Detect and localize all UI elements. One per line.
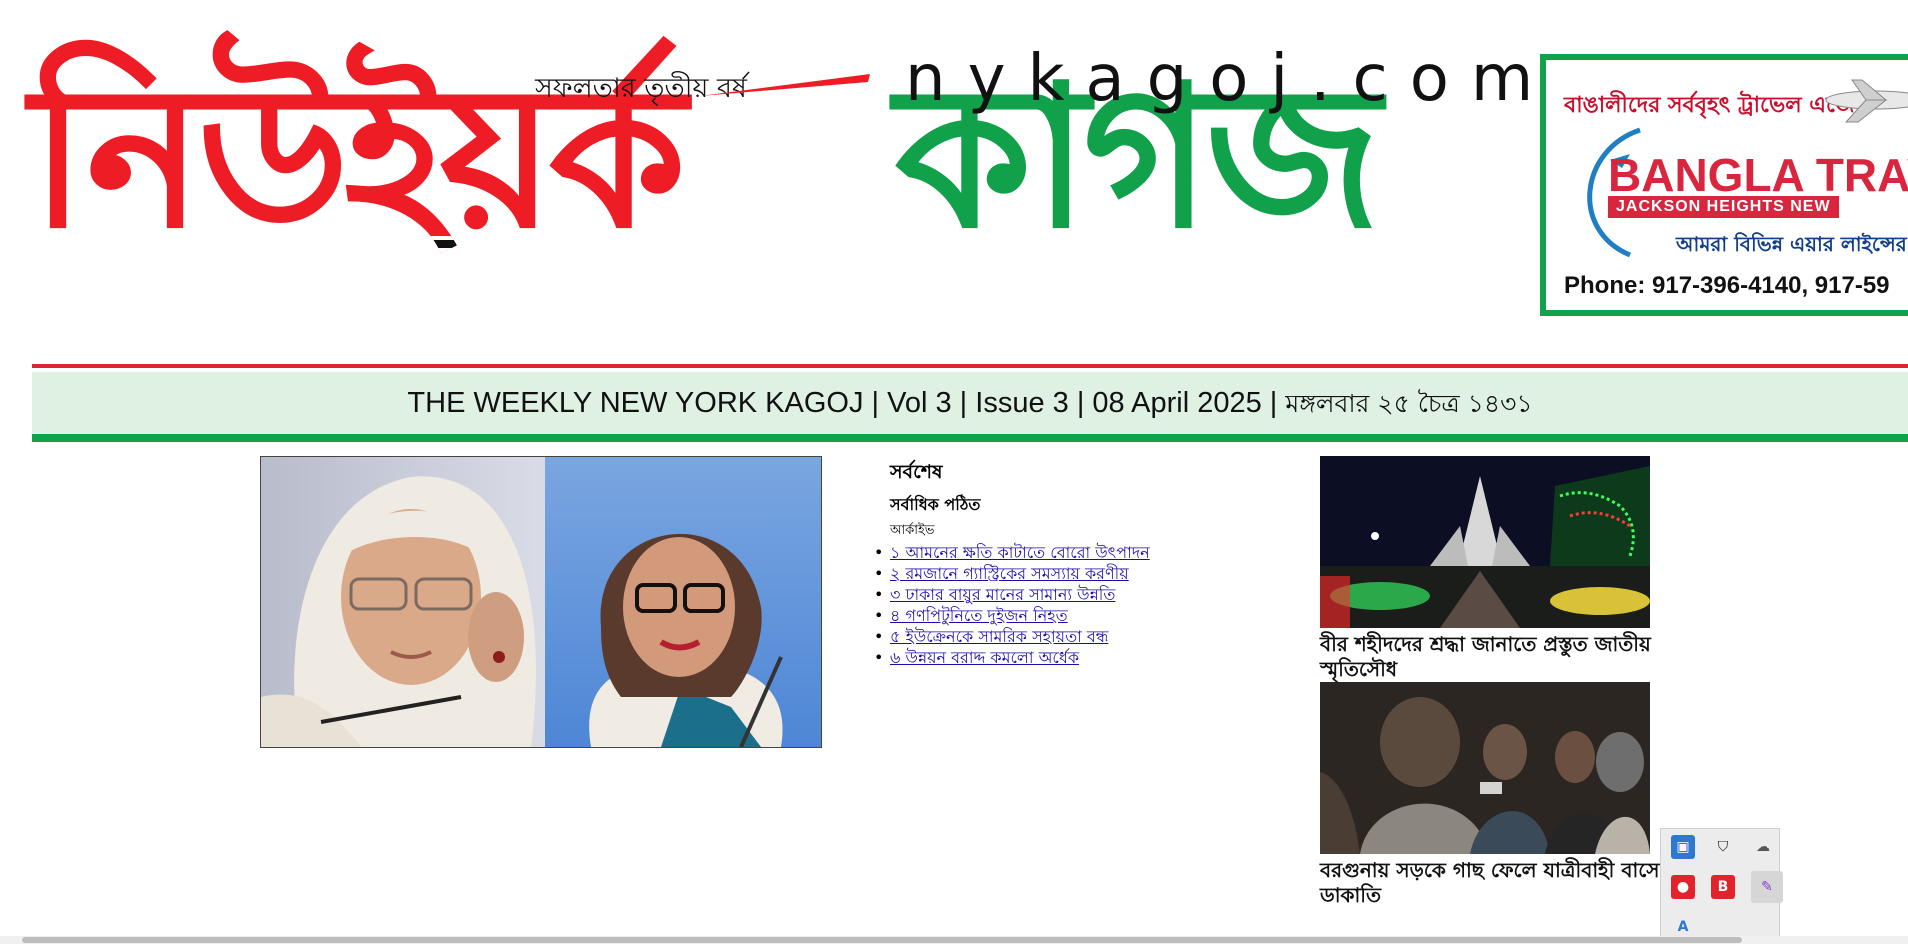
masthead-stripes-right: কাগজ	[914, 236, 1482, 320]
news-link[interactable]: ৩ ঢাকার বায়ুর মানের সামান্য উন্নতি	[890, 585, 1115, 604]
card-caption[interactable]: বরগুনায় সড়কে গাছ ফেলে যাত্রীবাহী বাসে …	[1320, 858, 1660, 908]
list-item: ৫ ইউক্রেনকে সামরিক সহায়তা বন্ধ	[874, 626, 1230, 647]
lead-story-photo[interactable]	[260, 456, 822, 748]
site-url: nykagoj.com	[905, 42, 1556, 116]
card-caption[interactable]: বীর শহীদদের শ্রদ্ধা জানাতে প্রস্তুত জাতী…	[1320, 632, 1660, 682]
card-photo-robbery[interactable]	[1320, 682, 1650, 854]
archive-heading[interactable]: আর্কাইভ	[890, 521, 1230, 542]
list-item: ৪ গণপিটুনিতে দুইজন নিহত	[874, 605, 1230, 626]
most-read-heading[interactable]: সর্বাধিক পঠিত	[890, 492, 1230, 519]
news-link[interactable]: ৪ গণপিটুনিতে দুইজন নিহত	[890, 606, 1068, 625]
ad-brand: BANGLA TRAV	[1608, 149, 1908, 201]
record-icon[interactable]: ●	[1671, 875, 1695, 899]
airplane-icon	[1825, 79, 1908, 123]
list-item: ৬ উন্নয়ন বরাদ্দ কমলো অর্ধেক	[874, 647, 1230, 668]
ad-bengali-line: আমরা বিভিন্ন এয়ার লাইন্সের	[1676, 232, 1907, 256]
red-rule	[32, 364, 1908, 368]
pen-icon[interactable]: ✎	[1751, 871, 1783, 903]
bengali-date: মঙ্গলবার ২৫ চৈত্র ১৪৩১	[1285, 389, 1533, 418]
masthead-stripe-text: কাগজ	[914, 236, 1382, 256]
news-link[interactable]: ২ রমজানে গ্যাস্ট্রিকের সমস্যায় করণীয়	[890, 564, 1129, 583]
travel-ad-banner[interactable]: বাঙালীদের সর্ববৃহৎ ট্রাভেল এজেন্ট BANGLA…	[1540, 54, 1908, 316]
green-rule	[32, 434, 1908, 442]
system-tray-overflow: ▣ ⛉ ☁ ● B ✎ A	[1660, 828, 1783, 944]
date-bar: THE WEEKLY NEW YORK KAGOJ | Vol 3 | Issu…	[32, 372, 1908, 434]
lead-photo-illustration	[261, 457, 821, 747]
list-item: ২ রমজানে গ্যাস্ট্রিকের সমস্যায় করণীয়	[874, 563, 1230, 584]
shield-warning-icon[interactable]: ⛉	[1711, 835, 1735, 859]
edition-info: THE WEEKLY NEW YORK KAGOJ | Vol 3 | Issu…	[407, 387, 1278, 419]
list-item: ১ আমনের ক্ষতি কাটাতে বোরো উৎপাদন	[874, 542, 1230, 563]
list-item: ৩ ঢাকার বায়ুর মানের সামান্য উন্নতি	[874, 584, 1230, 605]
masthead-stripe-text: নিউইয়র্ক	[48, 236, 686, 256]
ad-phone: Phone: 917-396-4140, 917-59	[1564, 272, 1890, 299]
bitdefender-icon[interactable]: B	[1711, 875, 1735, 899]
latest-list: ১ আমনের ক্ষতি কাটাতে বোরো উৎপাদন ২ রমজান…	[874, 542, 1230, 668]
monument-night-illustration	[1320, 456, 1650, 628]
crowd-night-illustration	[1320, 682, 1650, 854]
display-icon[interactable]: ▣	[1671, 835, 1695, 859]
card-photo-monument[interactable]	[1320, 456, 1650, 628]
scrollbar-thumb[interactable]	[22, 937, 1742, 943]
news-link[interactable]: ১ আমনের ক্ষতি কাটাতে বোরো উৎপাদন	[890, 543, 1150, 562]
red-swoosh-icon	[700, 74, 870, 96]
ad-location-strip: JACKSON HEIGHTS NEW	[1608, 196, 1839, 218]
latest-news: সর্বশেষ সর্বাধিক পঠিত আর্কাইভ ১ আমনের ক্…	[874, 458, 1230, 668]
news-link[interactable]: ৫ ইউক্রেনকে সামরিক সহায়তা বন্ধ	[890, 627, 1108, 646]
date-bar-text: THE WEEKLY NEW YORK KAGOJ | Vol 3 | Issu…	[32, 384, 1908, 427]
cloud-off-icon[interactable]: ☁	[1751, 835, 1775, 859]
latest-heading[interactable]: সর্বশেষ	[890, 458, 1230, 490]
news-link[interactable]: ৬ উন্নয়ন বরাদ্দ কমলো অর্ধেক	[890, 648, 1079, 667]
masthead-stripes-left: নিউইয়র্ক	[48, 236, 778, 320]
